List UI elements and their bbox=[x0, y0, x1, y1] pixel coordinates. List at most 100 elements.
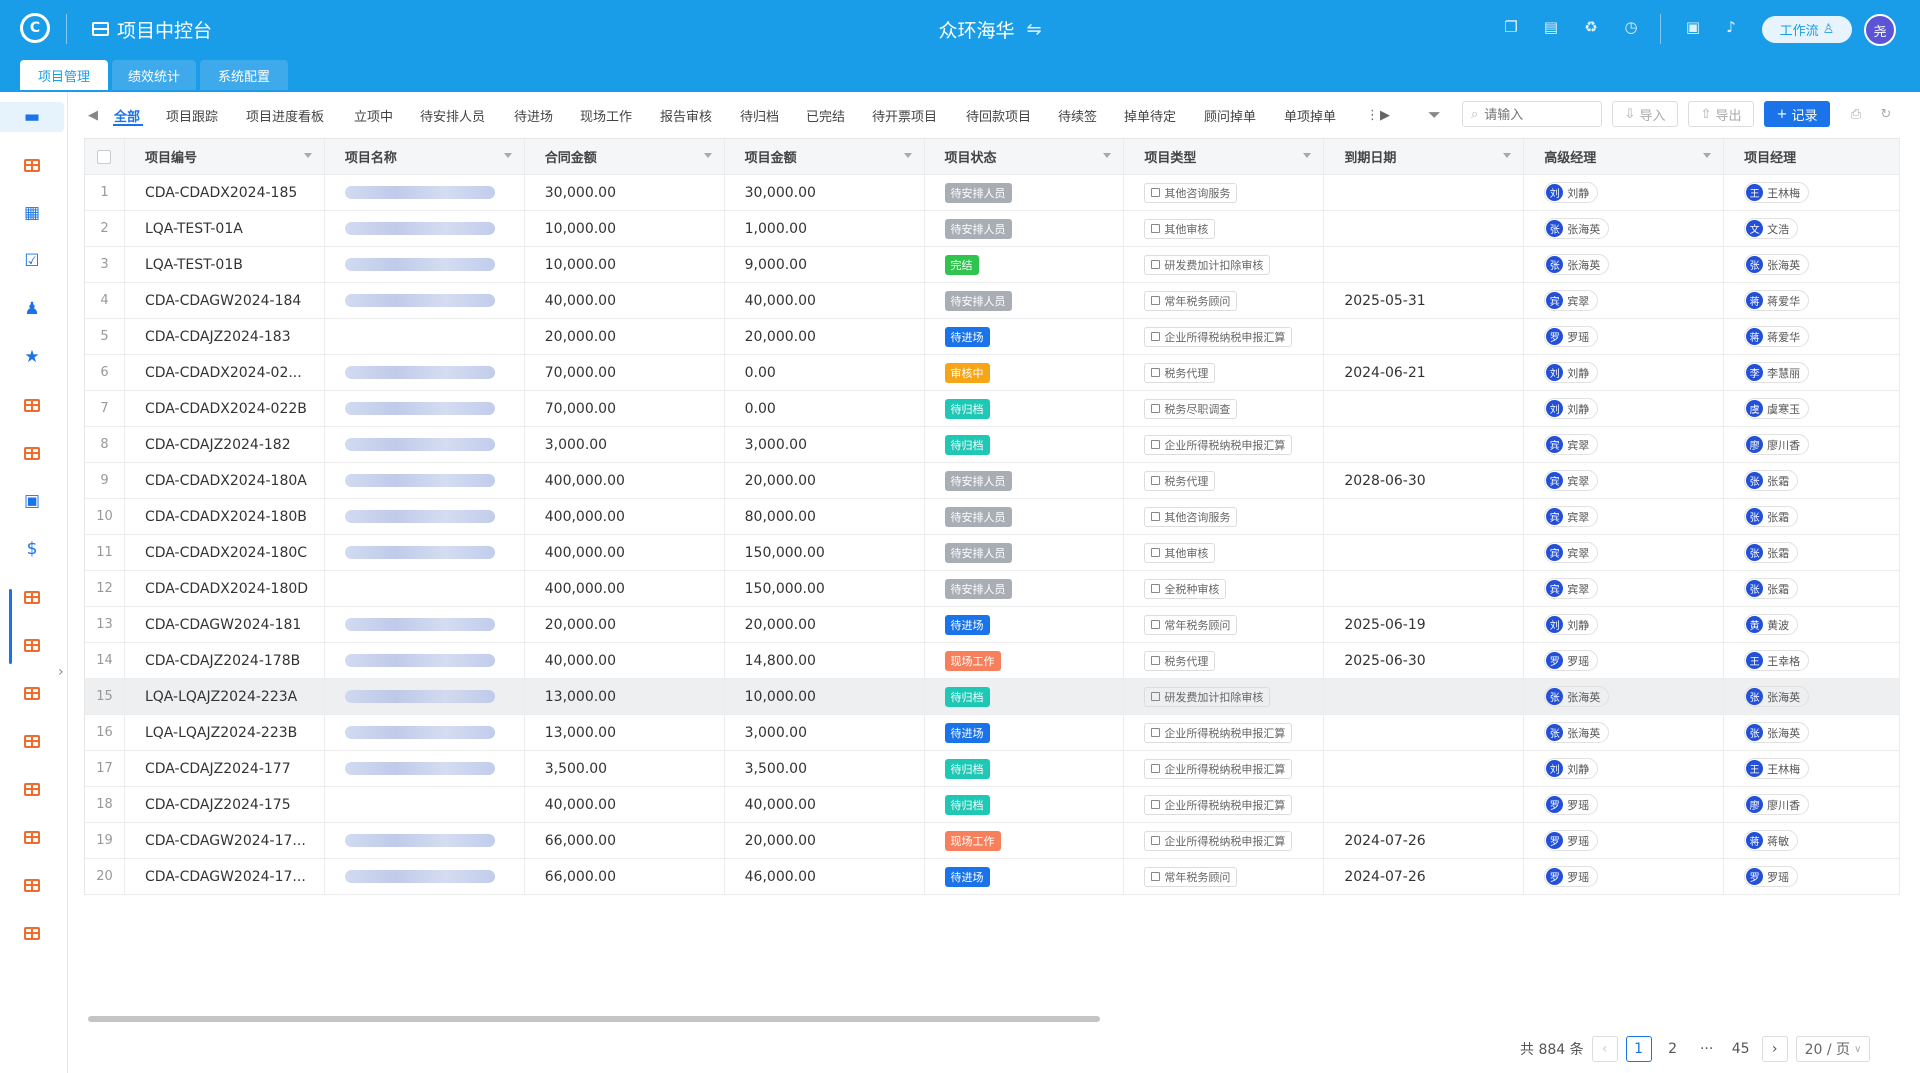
project-name-cell[interactable] bbox=[325, 319, 525, 354]
senior-manager-cell[interactable]: 宾宾翠 bbox=[1524, 535, 1725, 570]
senior-manager-cell[interactable]: 罗罗瑶 bbox=[1524, 787, 1725, 822]
project-code-cell[interactable]: CDA-CDAGW2024-181 bbox=[125, 607, 325, 642]
project-manager-cell[interactable]: 黄黄波 bbox=[1724, 607, 1900, 642]
tabs-next-arrow-icon[interactable]: ▶ bbox=[1380, 98, 1390, 132]
type-cell[interactable]: 企业所得税纳税申报汇算 bbox=[1124, 319, 1325, 354]
project-code-cell[interactable]: CDA-CDAGW2024-17... bbox=[125, 823, 325, 858]
col-header-code[interactable]: 项目编号 bbox=[125, 139, 325, 174]
filter-tab-advisor-lost[interactable]: 顾问掉单 bbox=[1204, 98, 1256, 132]
sidebar-item-table-11[interactable] bbox=[17, 918, 47, 948]
page-button[interactable]: 1 bbox=[1625, 1036, 1652, 1062]
type-cell[interactable]: 税务代理 bbox=[1124, 355, 1325, 390]
sidebar-item-table-1[interactable] bbox=[17, 150, 47, 180]
table-row[interactable]: 13 CDA-CDAGW2024-181 20,000.00 20,000.00 待进场… bbox=[85, 607, 1900, 643]
sidebar-item-table-7[interactable] bbox=[17, 726, 47, 756]
type-cell[interactable]: 常年税务顾问 bbox=[1124, 283, 1325, 318]
org-switcher[interactable]: 众环海华 ⇋ bbox=[880, 14, 1100, 44]
project-code-cell[interactable]: CDA-CDAJZ2024-182 bbox=[125, 427, 325, 462]
search-box[interactable]: ⌕ bbox=[1462, 101, 1602, 127]
project-name-cell[interactable] bbox=[325, 247, 525, 282]
project-manager-cell[interactable]: 蒋蒋爱华 bbox=[1724, 319, 1900, 354]
project-code-cell[interactable]: LQA-TEST-01B bbox=[125, 247, 325, 282]
project-name-cell[interactable] bbox=[325, 823, 525, 858]
type-cell[interactable]: 企业所得税纳税申报汇算 bbox=[1124, 823, 1325, 858]
tab-performance-stats[interactable]: 绩效统计 bbox=[112, 60, 196, 90]
filter-tab-initiating[interactable]: 立项中 bbox=[354, 98, 393, 132]
type-cell[interactable]: 企业所得税纳税申报汇算 bbox=[1124, 427, 1325, 462]
senior-manager-cell[interactable]: 刘刘静 bbox=[1524, 751, 1725, 786]
select-all-checkbox[interactable] bbox=[97, 149, 112, 164]
project-code-cell[interactable]: CDA-CDADX2024-180B bbox=[125, 499, 325, 534]
filter-tab-onsite[interactable]: 现场工作 bbox=[580, 98, 632, 132]
table-row[interactable]: 2 LQA-TEST-01A 10,000.00 1,000.00 待安排人员 其他审核 张… bbox=[85, 211, 1900, 247]
project-code-cell[interactable]: CDA-CDAJZ2024-178B bbox=[125, 643, 325, 678]
column-menu-icon[interactable] bbox=[1703, 153, 1712, 158]
table-row[interactable]: 8 CDA-CDAJZ2024-182 3,000.00 3,000.00 待归档 企业所… bbox=[85, 427, 1900, 463]
status-cell[interactable]: 待归档 bbox=[925, 751, 1125, 786]
project-name-cell[interactable] bbox=[325, 355, 525, 390]
tab-project-management[interactable]: 项目管理 bbox=[20, 60, 108, 90]
filter-tab-lost-pending[interactable]: 掉单待定 bbox=[1124, 98, 1176, 132]
senior-manager-cell[interactable]: 罗罗瑶 bbox=[1524, 859, 1725, 894]
type-cell[interactable]: 常年税务顾问 bbox=[1124, 607, 1325, 642]
project-name-cell[interactable] bbox=[325, 715, 525, 750]
project-manager-cell[interactable]: 廖廖川香 bbox=[1724, 787, 1900, 822]
col-header-contract[interactable]: 合同金额 bbox=[525, 139, 725, 174]
status-cell[interactable]: 待归档 bbox=[925, 391, 1125, 426]
type-cell[interactable]: 全税种审核 bbox=[1124, 571, 1325, 606]
tab-system-config[interactable]: 系统配置 bbox=[200, 60, 288, 90]
table-row[interactable]: 14 CDA-CDAJZ2024-178B 40,000.00 14,800.00 现场… bbox=[85, 643, 1900, 679]
project-name-cell[interactable] bbox=[325, 499, 525, 534]
sidebar-expand-chevron-icon[interactable]: › bbox=[58, 664, 64, 680]
type-cell[interactable]: 其他审核 bbox=[1124, 535, 1325, 570]
sidebar-item-table-3[interactable] bbox=[17, 438, 47, 468]
type-cell[interactable]: 其他咨询服务 bbox=[1124, 499, 1325, 534]
bell-icon[interactable]: ♪ bbox=[1720, 16, 1742, 38]
filter-tab-pending-invoice[interactable]: 待开票项目 bbox=[872, 98, 937, 132]
document-icon[interactable]: ▤ bbox=[1540, 16, 1562, 38]
type-cell[interactable]: 其他咨询服务 bbox=[1124, 175, 1325, 210]
senior-manager-cell[interactable]: 张张海英 bbox=[1524, 247, 1725, 282]
senior-manager-cell[interactable]: 刘刘静 bbox=[1524, 607, 1725, 642]
horizontal-scrollbar[interactable] bbox=[88, 1016, 1100, 1022]
table-row[interactable]: 18 CDA-CDAJZ2024-175 40,000.00 40,000.00 待归档… bbox=[85, 787, 1900, 823]
project-name-cell[interactable] bbox=[325, 211, 525, 246]
project-code-cell[interactable]: CDA-CDADX2024-185 bbox=[125, 175, 325, 210]
page-size-select[interactable]: 20 / 页 ∨ bbox=[1795, 1036, 1871, 1062]
project-manager-cell[interactable]: 张张霜 bbox=[1724, 499, 1900, 534]
sidebar-item-table-6[interactable] bbox=[17, 678, 47, 708]
tabs-prev-arrow-icon[interactable]: ◀ bbox=[88, 98, 98, 132]
sidebar-item-table-5[interactable] bbox=[17, 630, 47, 660]
status-cell[interactable]: 待归档 bbox=[925, 679, 1125, 714]
senior-manager-cell[interactable]: 宾宾翠 bbox=[1524, 463, 1725, 498]
project-code-cell[interactable]: LQA-TEST-01A bbox=[125, 211, 325, 246]
project-name-cell[interactable] bbox=[325, 391, 525, 426]
project-manager-cell[interactable]: 王王幸格 bbox=[1724, 643, 1900, 678]
project-manager-cell[interactable]: 罗罗瑶 bbox=[1724, 859, 1900, 894]
status-cell[interactable]: 待进场 bbox=[925, 859, 1125, 894]
add-record-button[interactable]: + 记录 bbox=[1764, 101, 1830, 127]
status-cell[interactable]: 待进场 bbox=[925, 319, 1125, 354]
filter-tab-pending-entry[interactable]: 待进场 bbox=[514, 98, 553, 132]
senior-manager-cell[interactable]: 罗罗瑶 bbox=[1524, 823, 1725, 858]
project-code-cell[interactable]: CDA-CDADX2024-022B bbox=[125, 391, 325, 426]
table-row[interactable]: 5 CDA-CDAJZ2024-183 20,000.00 20,000.00 待进场 企… bbox=[85, 319, 1900, 355]
project-name-cell[interactable] bbox=[325, 607, 525, 642]
sidebar-item-table-10[interactable] bbox=[17, 870, 47, 900]
project-manager-cell[interactable]: 王王林梅 bbox=[1724, 175, 1900, 210]
project-manager-cell[interactable]: 张张霜 bbox=[1724, 535, 1900, 570]
page-button[interactable]: 2 bbox=[1660, 1036, 1686, 1062]
status-cell[interactable]: 现场工作 bbox=[925, 823, 1125, 858]
task-icon[interactable]: ▣ bbox=[1682, 16, 1704, 38]
project-code-cell[interactable]: CDA-CDAJZ2024-183 bbox=[125, 319, 325, 354]
next-page-button[interactable]: › bbox=[1761, 1036, 1788, 1062]
project-name-cell[interactable] bbox=[325, 679, 525, 714]
status-cell[interactable]: 待安排人员 bbox=[925, 535, 1125, 570]
column-menu-icon[interactable] bbox=[1103, 153, 1112, 158]
project-manager-cell[interactable]: 虞虞寒玉 bbox=[1724, 391, 1900, 426]
col-header-type[interactable]: 项目类型 bbox=[1124, 139, 1325, 174]
column-menu-icon[interactable] bbox=[1503, 153, 1512, 158]
column-menu-icon[interactable] bbox=[303, 153, 312, 158]
status-cell[interactable]: 审核中 bbox=[925, 355, 1125, 390]
column-menu-icon[interactable] bbox=[703, 153, 712, 158]
